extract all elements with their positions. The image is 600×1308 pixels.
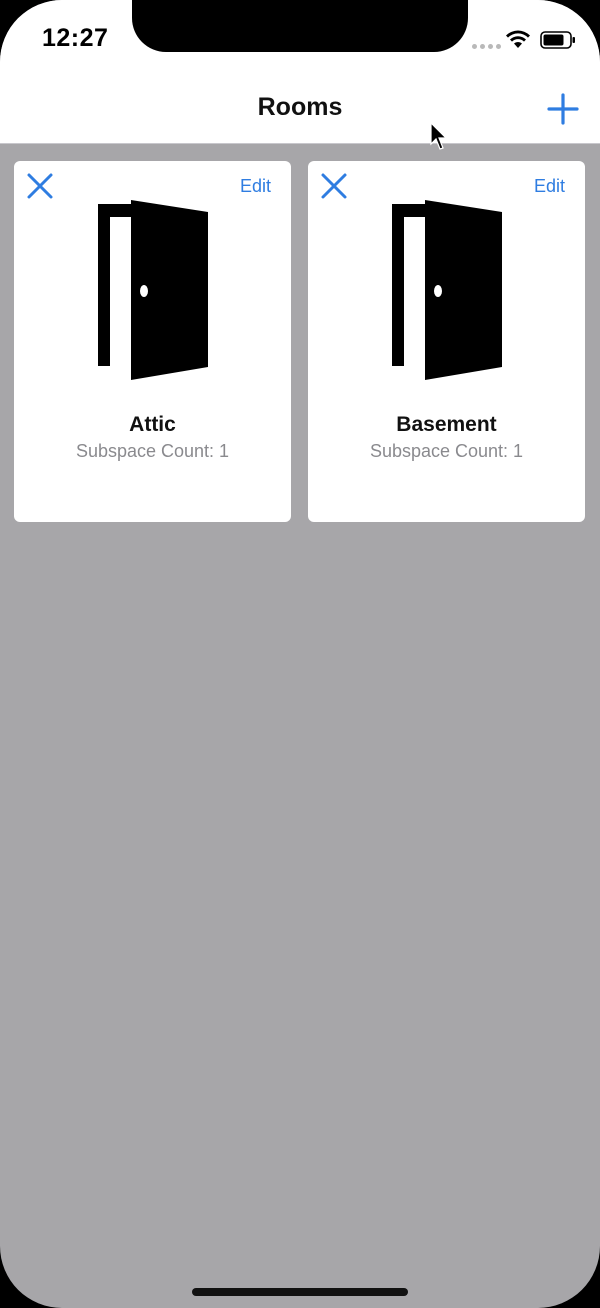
navigation-bar: 12:27 Rooms: [0, 0, 600, 144]
subspace-count: Subspace Count: 1: [75, 441, 230, 461]
mouse-pointer-icon: [430, 122, 448, 150]
door-icon: [98, 200, 208, 380]
signal-icon: [472, 44, 501, 49]
room-card-basement[interactable]: Edit Basement Subspace Count: 1: [308, 161, 585, 522]
door-icon: [392, 200, 502, 380]
edit-room-button[interactable]: Edit: [240, 176, 271, 197]
status-time: 12:27: [42, 24, 109, 52]
add-room-button[interactable]: [546, 92, 580, 126]
edit-room-button[interactable]: Edit: [534, 176, 565, 197]
battery-icon: [540, 31, 575, 49]
nav-divider: [0, 143, 600, 144]
subspace-count: Subspace Count: 1: [369, 441, 524, 461]
delete-room-button[interactable]: [320, 172, 348, 200]
delete-room-button[interactable]: [26, 172, 54, 200]
room-name: Attic: [129, 413, 176, 436]
device-notch: [132, 0, 468, 52]
room-name: Basement: [396, 413, 497, 436]
page-title: Rooms: [257, 93, 343, 121]
home-indicator[interactable]: [192, 1288, 408, 1296]
phone-screen: 12:27 Rooms Edit Attic Subspace Count: 1…: [0, 0, 600, 1308]
wifi-icon: [506, 30, 530, 48]
room-card-attic[interactable]: Edit Attic Subspace Count: 1: [14, 161, 291, 522]
